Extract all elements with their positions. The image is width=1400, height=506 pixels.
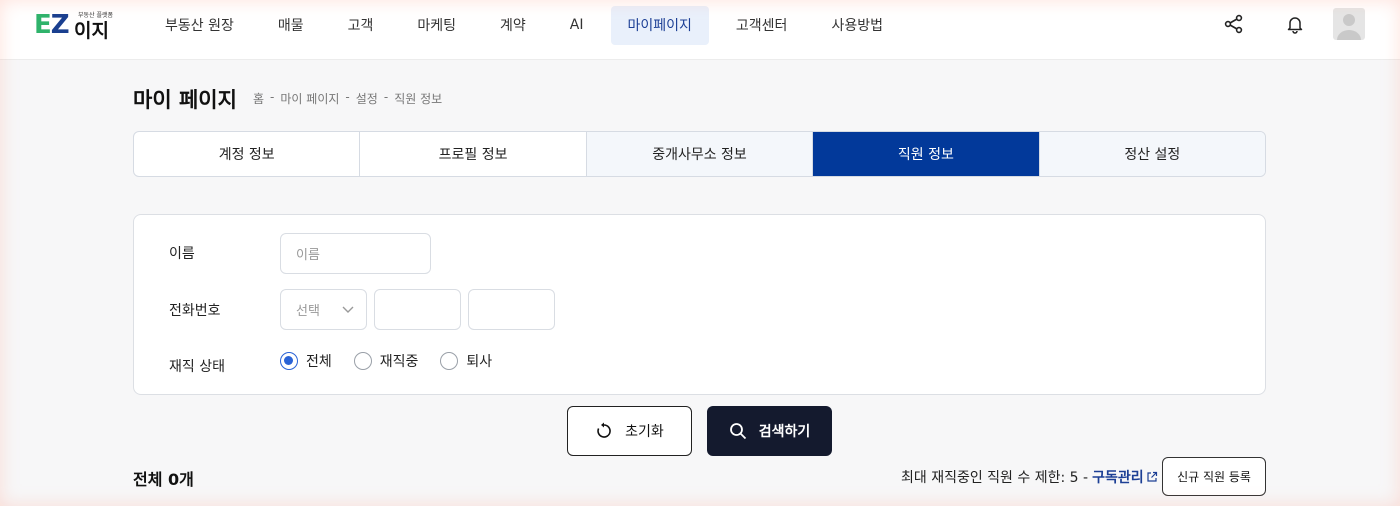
- add-staff-button[interactable]: 신규 직원 등록: [1162, 457, 1266, 496]
- menu-item-mypage[interactable]: 마이페이지: [610, 5, 709, 45]
- tab-staff-info[interactable]: 직원 정보: [813, 132, 1040, 176]
- results-total: 전체 0개: [133, 470, 194, 489]
- mypage-tabs: 계정 정보 프로필 정보 중개사무소 정보 직원 정보 정산 설정: [133, 131, 1266, 177]
- menu-item-ai[interactable]: AI: [553, 6, 601, 45]
- breadcrumb-sep: -: [345, 90, 350, 104]
- tab-profile-info[interactable]: 프로필 정보: [360, 132, 587, 176]
- menu-item-contracts[interactable]: 계약: [483, 6, 543, 45]
- breadcrumb: 홈 - 마이 페이지 - 설정 - 직원 정보: [253, 90, 442, 107]
- tab-account-info[interactable]: 계정 정보: [134, 132, 361, 176]
- external-link-icon: [1146, 471, 1157, 482]
- menu-item-customers[interactable]: 고객: [331, 6, 391, 45]
- subscription-link[interactable]: 구독관리: [1092, 467, 1158, 487]
- tab-brokerage-info[interactable]: 중개사무소 정보: [586, 132, 814, 176]
- menu-item-listings[interactable]: 매물: [261, 6, 321, 45]
- main-menu: 부동산 원장 매물 고객 마케팅 계약 AI 마이페이지 고객센터 사용방법: [148, 5, 910, 45]
- status-radio-all[interactable]: 전체: [280, 351, 332, 371]
- status-radio-employed[interactable]: 재직중: [353, 351, 418, 371]
- breadcrumb-mypage[interactable]: 마이 페이지: [280, 90, 339, 107]
- staff-limit-info: 최대 재직중인 직원 수 제한: 5 - 구독관리: [901, 467, 1158, 487]
- radio-unchecked-icon: [440, 352, 459, 370]
- ez-logo[interactable]: 부동산 플랫폼 EZ 이지: [34, 10, 114, 42]
- name-label: 이름: [169, 246, 195, 262]
- status-radio-group: 전체 재직중 퇴사: [280, 351, 514, 371]
- radio-checked-icon: [280, 352, 298, 370]
- tab-settlement[interactable]: 정산 설정: [1039, 132, 1265, 176]
- search-button[interactable]: 검색하기: [707, 406, 832, 456]
- status-radio-resigned[interactable]: 퇴사: [440, 351, 492, 371]
- radio-unchecked-icon: [353, 352, 372, 370]
- menu-item-realestate-ledger[interactable]: 부동산 원장: [148, 6, 251, 45]
- breadcrumb-home[interactable]: 홈: [253, 90, 264, 107]
- name-input[interactable]: 이름: [280, 233, 431, 274]
- breadcrumb-staff: 직원 정보: [394, 92, 443, 106]
- chevron-down-icon: [342, 306, 354, 313]
- search-icon: [729, 423, 746, 440]
- breadcrumb-sep: -: [383, 90, 389, 104]
- top-navigation: 부동산 플랫폼 EZ 이지 부동산 원장 매물 고객 마케팅 계약 AI 마이페…: [0, 0, 1400, 60]
- menu-item-howto[interactable]: 사용방법: [814, 6, 900, 45]
- menu-item-support[interactable]: 고객센터: [719, 6, 805, 45]
- search-panel: 이름 이름 전화번호 선택 재직 상태 전체 재직중 퇴사: [133, 214, 1266, 395]
- phone-prefix-select[interactable]: 선택: [280, 289, 367, 330]
- status-label: 재직 상태: [169, 359, 225, 375]
- menu-item-marketing[interactable]: 마케팅: [400, 6, 473, 45]
- phone-middle-input[interactable]: [374, 289, 461, 330]
- page-title: 마이 페이지: [133, 88, 237, 112]
- bell-icon[interactable]: [1283, 12, 1307, 36]
- phone-last-input[interactable]: [468, 289, 555, 330]
- breadcrumb-settings[interactable]: 설정: [356, 90, 378, 107]
- breadcrumb-sep: -: [270, 90, 275, 104]
- refresh-icon: [597, 422, 612, 438]
- phone-label: 전화번호: [169, 303, 221, 319]
- reset-button[interactable]: 초기화: [567, 406, 692, 456]
- share-icon[interactable]: [1222, 12, 1246, 36]
- avatar[interactable]: [1333, 8, 1365, 40]
